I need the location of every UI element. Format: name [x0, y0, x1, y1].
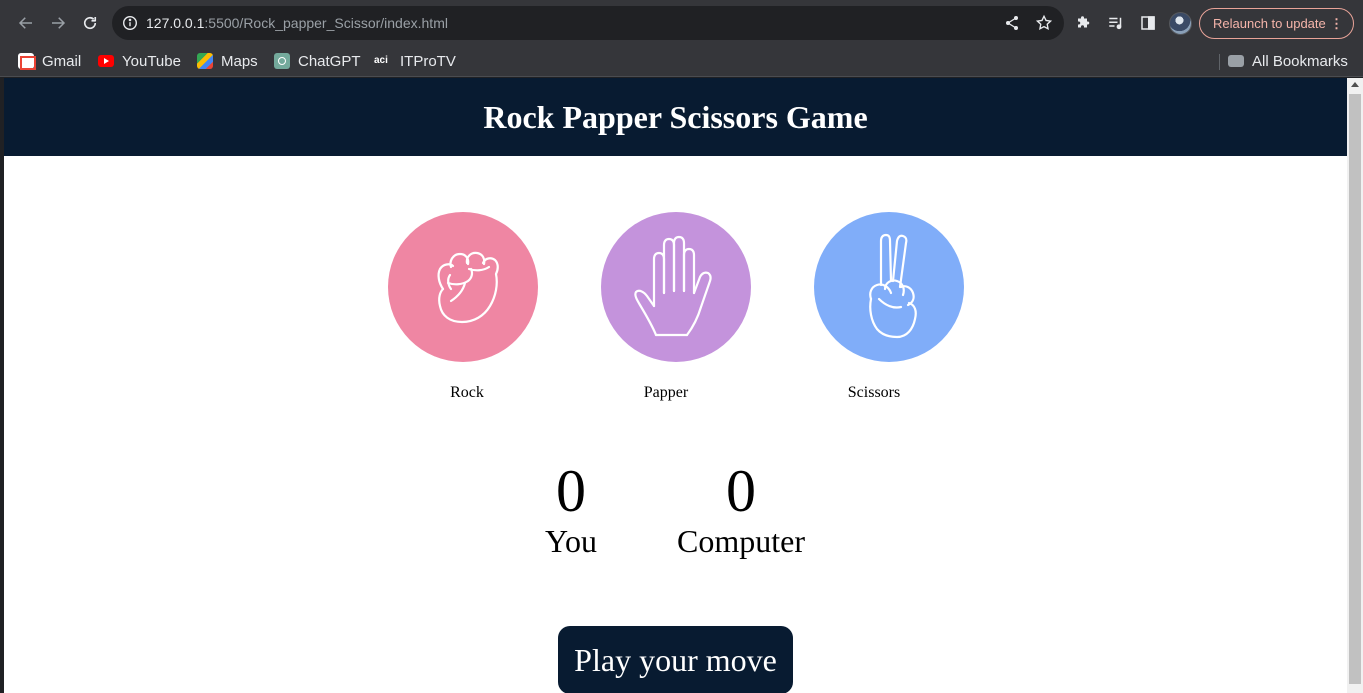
page-title: Rock Papper Scissors Game [483, 98, 868, 135]
page-scrollbar[interactable] [1347, 78, 1363, 693]
rock-label: Rock [450, 384, 484, 401]
bookmark-label: Maps [221, 52, 258, 70]
bookmarks-divider [1219, 54, 1220, 70]
bookmark-gmail[interactable]: Gmail [18, 50, 81, 72]
user-score: 0 [556, 458, 586, 524]
bookmark-itprotv[interactable]: aci ITProTV [374, 50, 456, 72]
page-viewport: Rock Papper Scissors Game Rock Papper Sc… [4, 78, 1347, 693]
paper-label: Papper [643, 384, 689, 401]
media-queue-icon[interactable] [1106, 13, 1126, 33]
paper-hand-icon [634, 235, 712, 337]
bookmark-label: Gmail [42, 52, 82, 70]
forward-arrow-icon[interactable] [46, 11, 70, 35]
user-score-label: You [545, 523, 597, 559]
relaunch-label: Relaunch to update [1213, 16, 1326, 31]
scrollbar-thumb[interactable] [1349, 94, 1361, 684]
side-panel-icon[interactable] [1138, 13, 1158, 33]
page-header: Rock Papper Scissors Game [4, 78, 1347, 156]
url-path: :5500/Rock_papper_Scissor/index.html [204, 15, 448, 31]
gmail-icon [18, 53, 36, 70]
scroll-up-arrow-icon[interactable] [1351, 82, 1359, 87]
bookmark-star-icon[interactable] [1035, 14, 1053, 32]
all-bookmarks-button[interactable]: All Bookmarks [1228, 50, 1348, 72]
bookmark-chatgpt[interactable]: ChatGPT [274, 50, 361, 72]
scissors-label: Scissors [847, 384, 901, 401]
bookmark-label: YouTube [122, 52, 181, 70]
itprotv-icon: aci [374, 55, 388, 66]
computer-score: 0 [726, 458, 756, 524]
rock-fist-icon [437, 251, 499, 324]
address-bar[interactable]: 127.0.0.1:5500/Rock_papper_Scissor/index… [112, 6, 1064, 40]
url-text[interactable]: 127.0.0.1:5500/Rock_papper_Scissor/index… [146, 14, 448, 32]
bookmark-label: ChatGPT [298, 52, 361, 70]
youtube-icon [98, 55, 114, 67]
rock-choice[interactable] [388, 212, 538, 362]
computer-score-label: Computer [677, 523, 805, 559]
scissors-choice[interactable] [814, 212, 964, 362]
browser-toolbar: 127.0.0.1:5500/Rock_papper_Scissor/index… [0, 0, 1363, 46]
bookmarks-bar: Gmail YouTube Maps ChatGPT aci ITProTV Al… [0, 46, 1363, 77]
maps-icon [197, 53, 213, 69]
all-bookmarks-label: All Bookmarks [1252, 52, 1348, 70]
relaunch-to-update-button[interactable]: Relaunch to update ⋮ [1199, 8, 1354, 39]
bookmark-maps[interactable]: Maps [197, 50, 258, 72]
bookmark-youtube[interactable]: YouTube [98, 50, 181, 72]
computer-score-block: 0 Computer [661, 461, 821, 559]
status-message-button: Play your move [558, 626, 793, 693]
share-icon[interactable] [1004, 15, 1020, 31]
bookmark-label: ITProTV [400, 52, 456, 70]
scissors-hand-icon [869, 233, 917, 339]
menu-kebab-icon[interactable]: ⋮ [1330, 9, 1343, 38]
site-info-icon[interactable] [122, 15, 138, 31]
paper-choice[interactable] [601, 212, 751, 362]
extensions-puzzle-icon[interactable] [1074, 13, 1094, 33]
folder-icon [1228, 55, 1244, 67]
user-score-block: 0 You [521, 461, 621, 559]
chatgpt-icon [274, 53, 290, 69]
reload-icon[interactable] [78, 11, 102, 35]
url-host: 127.0.0.1 [146, 15, 205, 31]
back-arrow-icon[interactable] [14, 11, 38, 35]
profile-avatar[interactable] [1169, 12, 1192, 35]
